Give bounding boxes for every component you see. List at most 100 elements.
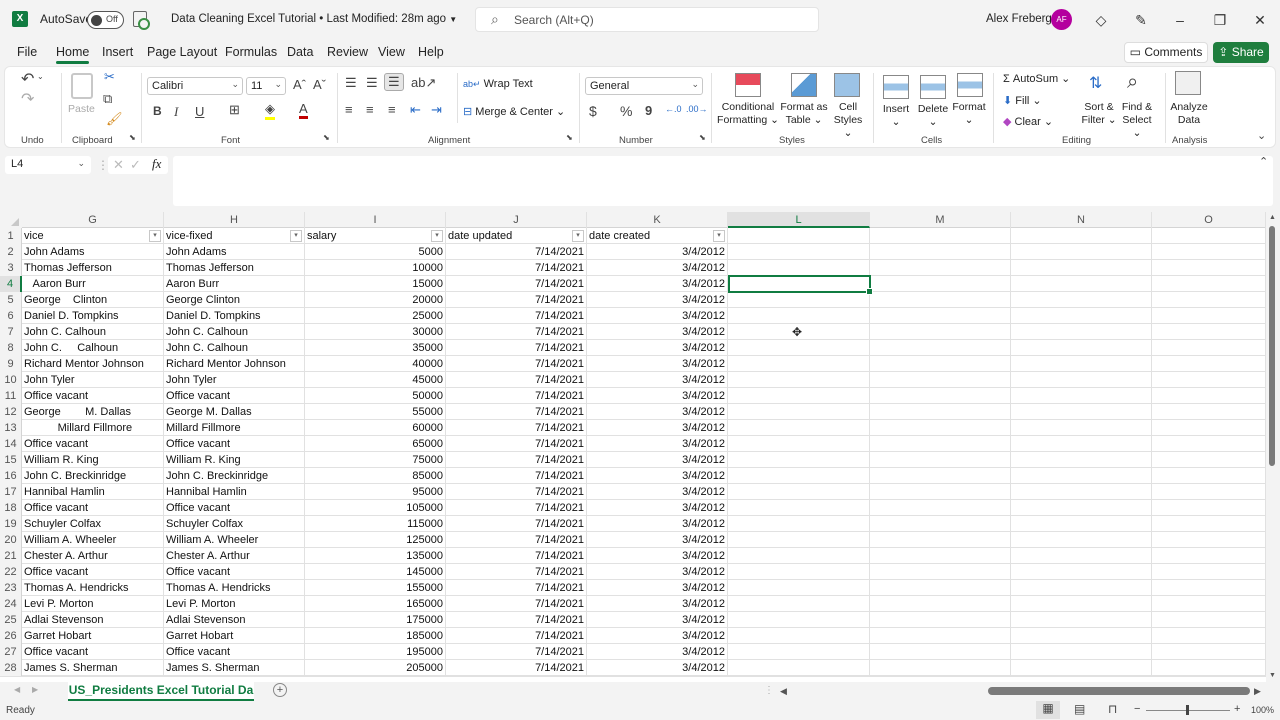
row-header-20[interactable]: 20 xyxy=(0,532,22,548)
empty-cell[interactable] xyxy=(1011,516,1152,532)
dialog-launcher-icon[interactable]: ⬊ xyxy=(699,133,706,142)
cell-j14[interactable]: 7/14/2021 xyxy=(446,436,587,452)
cell-h26[interactable]: Garret Hobart xyxy=(164,628,305,644)
column-header-k[interactable]: K xyxy=(587,212,728,228)
row-header-14[interactable]: 14 xyxy=(0,436,22,452)
row-header-17[interactable]: 17 xyxy=(0,484,22,500)
add-sheet-icon[interactable]: + xyxy=(273,683,287,697)
filter-dropdown-icon[interactable]: ▾ xyxy=(572,230,584,242)
redo-icon[interactable]: ↷ xyxy=(21,89,34,109)
tab-view[interactable]: View xyxy=(378,45,405,59)
empty-cell[interactable] xyxy=(728,516,870,532)
cell-g4[interactable]: Aaron Burr xyxy=(22,276,164,292)
cell-k28[interactable]: 3/4/2012 xyxy=(587,660,728,676)
vertical-scrollbar[interactable]: ▲ ▼ xyxy=(1266,212,1280,682)
empty-cell[interactable] xyxy=(1152,356,1266,372)
empty-cell[interactable] xyxy=(1011,500,1152,516)
cell-j9[interactable]: 7/14/2021 xyxy=(446,356,587,372)
chevron-down-icon[interactable]: ⌄ xyxy=(37,72,44,81)
conditional-formatting-button[interactable]: Conditional Formatting ⌄ xyxy=(717,101,779,127)
empty-cell[interactable] xyxy=(870,612,1011,628)
empty-cell[interactable] xyxy=(870,468,1011,484)
empty-cell[interactable] xyxy=(728,436,870,452)
column-header-l[interactable]: L xyxy=(728,212,870,228)
dialog-launcher-icon[interactable]: ⬊ xyxy=(323,133,330,142)
cell-j4[interactable]: 7/14/2021 xyxy=(446,276,587,292)
empty-cell[interactable] xyxy=(1011,452,1152,468)
empty-cell[interactable] xyxy=(870,388,1011,404)
empty-cell[interactable] xyxy=(1011,564,1152,580)
empty-cell[interactable] xyxy=(870,484,1011,500)
cell-i19[interactable]: 115000 xyxy=(305,516,446,532)
insert-button[interactable]: Insert ⌄ xyxy=(879,103,913,129)
cell-h8[interactable]: John C. Calhoun xyxy=(164,340,305,356)
empty-cell[interactable] xyxy=(1152,612,1266,628)
empty-cell[interactable] xyxy=(1152,436,1266,452)
empty-cell[interactable] xyxy=(870,516,1011,532)
font-size-select[interactable]: 11 ⌄ xyxy=(246,77,286,95)
save-icon[interactable] xyxy=(133,11,150,30)
copy-icon[interactable]: ⧉ xyxy=(103,91,112,107)
cell-i13[interactable]: 60000 xyxy=(305,420,446,436)
cell-i21[interactable]: 135000 xyxy=(305,548,446,564)
underline-button[interactable]: U xyxy=(195,104,204,119)
column-header-h[interactable]: H xyxy=(164,212,305,228)
scroll-up-icon[interactable]: ▲ xyxy=(1269,214,1276,221)
cell-h23[interactable]: Thomas A. Hendricks xyxy=(164,580,305,596)
empty-cell[interactable] xyxy=(870,244,1011,260)
cell-g14[interactable]: Office vacant xyxy=(22,436,164,452)
tab-help[interactable]: Help xyxy=(418,45,444,59)
cell-i17[interactable]: 95000 xyxy=(305,484,446,500)
cell-i3[interactable]: 10000 xyxy=(305,260,446,276)
cell-g13[interactable]: Millard Fillmore xyxy=(22,420,164,436)
empty-cell[interactable] xyxy=(1011,404,1152,420)
dialog-launcher-icon[interactable]: ⬊ xyxy=(566,133,573,142)
tab-home[interactable]: Home xyxy=(56,45,90,64)
empty-cell[interactable] xyxy=(1011,260,1152,276)
cell-i18[interactable]: 105000 xyxy=(305,500,446,516)
tab-formulas[interactable]: Formulas xyxy=(225,45,277,59)
scroll-left-icon[interactable]: ◀ xyxy=(780,686,787,697)
empty-cell[interactable] xyxy=(1011,436,1152,452)
cell-h27[interactable]: Office vacant xyxy=(164,644,305,660)
align-right-icon[interactable]: ≡ xyxy=(388,102,396,117)
autosum-button[interactable]: Σ AutoSum ⌄ xyxy=(1003,72,1070,85)
cell-k5[interactable]: 3/4/2012 xyxy=(587,292,728,308)
empty-cell[interactable] xyxy=(1011,244,1152,260)
cell-j7[interactable]: 7/14/2021 xyxy=(446,324,587,340)
empty-cell[interactable] xyxy=(1152,388,1266,404)
empty-cell[interactable] xyxy=(1152,308,1266,324)
empty-cell[interactable] xyxy=(870,564,1011,580)
filter-dropdown-icon[interactable]: ▾ xyxy=(149,230,161,242)
cell-h18[interactable]: Office vacant xyxy=(164,500,305,516)
cell-j10[interactable]: 7/14/2021 xyxy=(446,372,587,388)
empty-cell[interactable] xyxy=(1152,516,1266,532)
cell-g25[interactable]: Adlai Stevenson xyxy=(22,612,164,628)
cell-h7[interactable]: John C. Calhoun xyxy=(164,324,305,340)
cell-h20[interactable]: William A. Wheeler xyxy=(164,532,305,548)
tab-splitter[interactable]: ⋮ xyxy=(764,685,774,696)
cell-h14[interactable]: Office vacant xyxy=(164,436,305,452)
header-cell-vice-fixed[interactable]: vice-fixed ▾ xyxy=(164,228,305,244)
increase-decimal-icon[interactable]: ←.0 xyxy=(665,104,682,114)
row-header-15[interactable]: 15 xyxy=(0,452,22,468)
cell-h6[interactable]: Daniel D. Tompkins xyxy=(164,308,305,324)
align-middle-icon[interactable]: ☰ xyxy=(366,75,378,91)
cell-i22[interactable]: 145000 xyxy=(305,564,446,580)
restore-icon[interactable]: ❐ xyxy=(1210,10,1230,30)
cell-g28[interactable]: James S. Sherman xyxy=(22,660,164,676)
cell-i15[interactable]: 75000 xyxy=(305,452,446,468)
cell-j6[interactable]: 7/14/2021 xyxy=(446,308,587,324)
empty-cell[interactable] xyxy=(1152,468,1266,484)
cell-g3[interactable]: Thomas Jefferson xyxy=(22,260,164,276)
cell-h17[interactable]: Hannibal Hamlin xyxy=(164,484,305,500)
cell-h19[interactable]: Schuyler Colfax xyxy=(164,516,305,532)
empty-cell[interactable] xyxy=(728,532,870,548)
empty-cell[interactable] xyxy=(870,324,1011,340)
empty-cell[interactable] xyxy=(870,308,1011,324)
row-header-11[interactable]: 11 xyxy=(0,388,22,404)
decrease-indent-icon[interactable]: ⇤ xyxy=(410,102,421,118)
cell-k17[interactable]: 3/4/2012 xyxy=(587,484,728,500)
cell-j25[interactable]: 7/14/2021 xyxy=(446,612,587,628)
empty-cell[interactable] xyxy=(1011,468,1152,484)
